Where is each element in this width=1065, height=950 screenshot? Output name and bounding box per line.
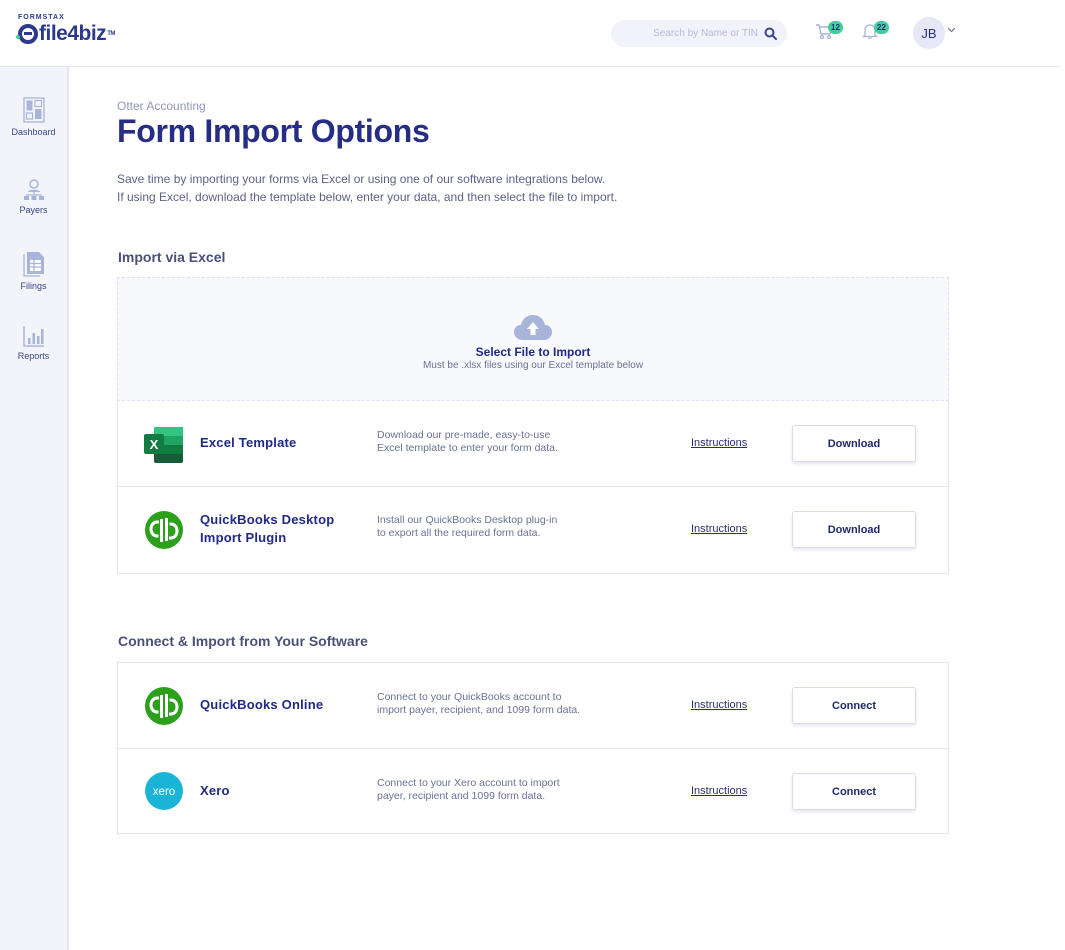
description-line: Install our QuickBooks Desktop plug-in [377,514,558,526]
logo-e-icon [16,24,38,44]
svg-text:X: X [150,437,159,452]
option-name-line: Excel Template [200,435,297,450]
reports-icon [22,326,44,347]
option-name-line: Xero [200,783,230,798]
search-box[interactable] [611,20,787,47]
sidebar-item-dashboard[interactable]: Dashboard [0,97,67,137]
intro-line: If using Excel, download the template be… [117,190,618,204]
cart-button[interactable]: 12 [815,21,845,44]
description-line: import payer, recipient, and 1099 form d… [377,704,581,716]
logo-wordmark: file4biz TM [16,22,115,46]
import-option-row-quickbooks-desktop: QuickBooks Desktop Import Plugin Install… [118,487,948,573]
description-line: payer, recipient and 1099 form data. [377,790,546,802]
sidebar-label: Reports [17,351,50,361]
efile4biz-logo[interactable]: FORMSTAX file4biz TM [16,14,115,46]
upload-subtitle: Must be .xlsx files using our Excel temp… [422,360,644,371]
option-name-line: QuickBooks Desktop [200,512,335,527]
connect-xero-button[interactable]: Connect [792,773,916,810]
software-options-card: QuickBooks Online Connect to your QuickB… [117,662,949,834]
instructions-link[interactable]: Instructions [691,437,747,449]
excel-options-card: X Excel Template Download our pre-made, … [117,401,949,574]
notifications-button[interactable]: 22 [861,21,891,44]
description-line: Download our pre-made, easy-to-use [377,429,551,441]
download-excel-template-button[interactable]: Download [792,425,916,462]
logo-main-text: file4biz [39,22,107,45]
instructions-link[interactable]: Instructions [691,785,747,797]
dashboard-icon [22,97,45,123]
logo-tm: TM [107,31,115,37]
description-line: Excel template to enter your form data. [377,442,558,454]
option-description: Connect to your Xero account to import p… [377,777,560,803]
instructions-link[interactable]: Instructions [691,523,747,535]
section-title-connect-software: Connect & Import from Your Software [118,633,368,649]
section-title-import-excel: Import via Excel [118,249,226,265]
cloud-upload-icon [514,315,552,340]
option-name: Xero [200,782,230,800]
sidebar-nav: Dashboard Payers Filings Reports [0,67,69,950]
sidebar-item-payers[interactable]: Payers [0,179,67,215]
cart-count-badge: 12 [828,21,843,34]
notification-count-badge: 22 [874,21,889,34]
option-name: Excel Template [200,434,297,452]
org-name: Otter Accounting [117,99,206,113]
upload-title: Select File to Import [475,345,591,359]
payers-icon [23,179,44,200]
logo-formstax-text: FORMSTAX [18,14,65,21]
quickbooks-logo-icon [145,687,183,725]
filings-icon [22,252,44,277]
connect-quickbooks-online-button[interactable]: Connect [792,687,916,724]
chevron-down-icon[interactable] [947,27,956,33]
sidebar-label: Filings [20,281,47,291]
import-option-row-quickbooks-online: QuickBooks Online Connect to your QuickB… [118,663,948,749]
import-option-row-xero: xero Xero Connect to your Xero account t… [118,749,948,833]
page-intro: Save time by importing your forms via Ex… [117,170,617,206]
sidebar-label: Dashboard [11,127,56,137]
description-line: Connect to your Xero account to import [377,777,560,789]
user-avatar[interactable]: JB [913,17,945,49]
option-description: Install our QuickBooks Desktop plug-in t… [377,514,557,540]
user-initials: JB [921,25,937,41]
excel-logo-icon: X [144,427,183,463]
xero-logo-text: xero [153,786,176,798]
top-header: FORMSTAX file4bizTM 12 22 JB [0,0,1060,67]
search-input[interactable] [638,28,758,39]
option-name: QuickBooks Desktop Import Plugin [200,511,334,547]
sidebar-item-reports[interactable]: Reports [0,325,67,361]
search-icon[interactable] [764,27,777,40]
description-line: to export all the required form data. [377,527,541,539]
option-name-line: QuickBooks Online [200,697,324,712]
intro-line: Save time by importing your forms via Ex… [117,172,606,186]
option-name: QuickBooks Online [200,696,323,714]
sidebar-label: Payers [19,205,48,215]
option-description: Connect to your QuickBooks account to im… [377,691,580,717]
instructions-link[interactable]: Instructions [691,699,747,711]
page-title: Form Import Options [117,113,430,149]
download-quickbooks-plugin-button[interactable]: Download [792,511,916,548]
option-name-line: Import Plugin [200,530,287,545]
quickbooks-logo-icon [145,511,183,549]
file-upload-dropzone[interactable]: Select File to Import Must be .xlsx file… [117,277,949,401]
description-line: Connect to your QuickBooks account to [377,691,562,703]
sidebar-item-filings[interactable]: Filings [0,251,67,291]
import-option-row-excel-template: X Excel Template Download our pre-made, … [118,401,948,487]
xero-logo-icon: xero [145,772,183,810]
option-description: Download our pre-made, easy-to-use Excel… [377,429,558,455]
